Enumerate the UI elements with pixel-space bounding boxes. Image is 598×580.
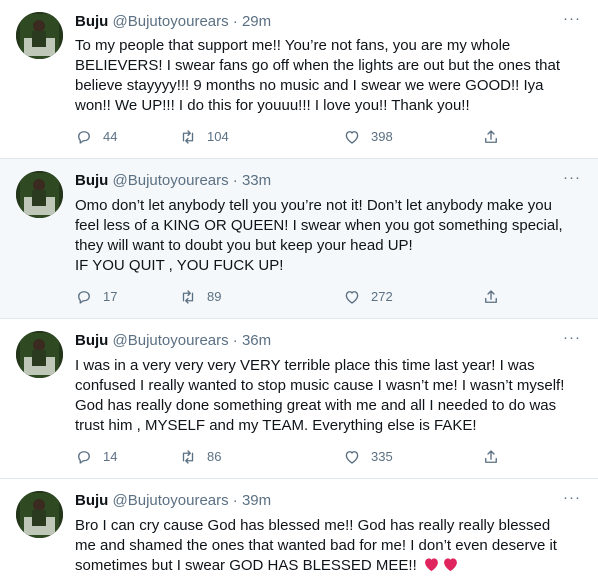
- separator-dot: ·: [232, 492, 238, 509]
- reply-count: 14: [103, 449, 118, 464]
- like-button[interactable]: 272: [343, 287, 393, 307]
- tweet-text-line: God has really done something great with…: [75, 397, 557, 414]
- more-icon[interactable]: ···: [562, 490, 582, 510]
- like-count: 398: [371, 129, 393, 144]
- separator-dot: ·: [232, 172, 238, 189]
- like-icon: [345, 451, 359, 464]
- tweet-text-line: BELIEVERS! I swear fans go off when the …: [75, 57, 561, 74]
- share-icon: [485, 450, 497, 463]
- tweet-actions: 14 86 335: [75, 447, 505, 467]
- tweet-header: Buju @Bujutoyourears · 36m: [75, 332, 271, 350]
- tweet-text: I was in a very very very VERY terrible …: [75, 356, 585, 436]
- tweet-text-line: confused I really wanted to stop music c…: [75, 377, 565, 394]
- tweet-text-line: trust him , MYSELF and my TEAM. Everythi…: [75, 417, 477, 434]
- retweet-icon: [182, 290, 194, 304]
- tweet[interactable]: Buju @Bujutoyourears · 36m ··· I was in …: [0, 319, 598, 479]
- retweet-button[interactable]: 104: [179, 127, 229, 147]
- username[interactable]: @Bujutoyourears: [113, 332, 229, 349]
- tweet-header: Buju @Bujutoyourears · 29m: [75, 13, 271, 31]
- reply-count: 17: [103, 289, 118, 304]
- like-button[interactable]: 335: [343, 447, 393, 467]
- tweet-text: Omo don’t let anybody tell you you’re no…: [75, 196, 585, 276]
- tweet-text-line: sometimes but I swear GOD HAS BLESSED ME…: [75, 556, 585, 576]
- like-count: 272: [371, 289, 393, 304]
- avatar[interactable]: [16, 491, 63, 538]
- tweet-text: To my people that support me!! You’re no…: [75, 36, 585, 116]
- display-name[interactable]: Buju: [75, 13, 108, 30]
- tweet-actions: 44 104 398: [75, 127, 505, 147]
- avatar[interactable]: [16, 331, 63, 378]
- username[interactable]: @Bujutoyourears: [113, 13, 229, 30]
- timestamp[interactable]: 29m: [242, 13, 271, 30]
- tweet-text-line: To my people that support me!! You’re no…: [75, 37, 511, 54]
- tweet[interactable]: Buju @Bujutoyourears · 39m ··· Bro I can…: [0, 479, 598, 580]
- more-icon[interactable]: ···: [562, 330, 582, 350]
- retweet-icon: [182, 450, 194, 464]
- like-icon: [345, 131, 359, 144]
- red-heart-emoji: [444, 558, 457, 572]
- reply-icon: [78, 451, 90, 464]
- display-name[interactable]: Buju: [75, 172, 108, 189]
- timestamp[interactable]: 39m: [242, 492, 271, 509]
- retweet-button[interactable]: 89: [179, 287, 221, 307]
- tweet-text-line: Bro I can cry cause God has blessed me!!…: [75, 517, 551, 534]
- tweet-text-line: believe stayyyy!!! 9 months no music and…: [75, 77, 544, 94]
- retweet-icon: [182, 130, 194, 144]
- display-name[interactable]: Buju: [75, 332, 108, 349]
- tweet-text-line: I was in a very very very VERY terrible …: [75, 357, 535, 374]
- tweet-actions: 17 89 272: [75, 287, 505, 307]
- tweet-header: Buju @Bujutoyourears · 39m: [75, 492, 271, 510]
- retweet-count: 104: [207, 129, 229, 144]
- more-icon[interactable]: ···: [562, 11, 582, 31]
- like-count: 335: [371, 449, 393, 464]
- reply-icon: [78, 291, 90, 304]
- retweet-count: 86: [207, 449, 222, 464]
- timestamp[interactable]: 33m: [242, 172, 271, 189]
- timestamp[interactable]: 36m: [242, 332, 271, 349]
- tweet-text: Bro I can cry cause God has blessed me!!…: [75, 516, 585, 576]
- share-icon: [485, 290, 497, 303]
- separator-dot: ·: [232, 13, 238, 30]
- separator-dot: ·: [232, 332, 238, 349]
- avatar[interactable]: [16, 12, 63, 59]
- like-button[interactable]: 398: [343, 127, 393, 147]
- tweet-text-line: won!! We UP!!! I do this for youuu!!! I …: [75, 97, 470, 114]
- reply-button[interactable]: 44: [75, 127, 117, 147]
- share-icon: [485, 130, 497, 143]
- retweet-button[interactable]: 86: [179, 447, 221, 467]
- display-name[interactable]: Buju: [75, 492, 108, 509]
- tweet-header: Buju @Bujutoyourears · 33m: [75, 172, 271, 190]
- more-icon[interactable]: ···: [562, 170, 582, 190]
- tweet-text-line: me and shamed the ones that wanted bad f…: [75, 537, 557, 554]
- username[interactable]: @Bujutoyourears: [113, 172, 229, 189]
- tweet-text-line: Omo don’t let anybody tell you you’re no…: [75, 197, 552, 214]
- retweet-count: 89: [207, 289, 222, 304]
- share-button[interactable]: [482, 447, 510, 467]
- tweet-text-line: they will want to doubt you but keep you…: [75, 237, 413, 254]
- tweet[interactable]: Buju @Bujutoyourears · 29m ··· To my peo…: [0, 0, 598, 159]
- tweet-text-line: IF YOU QUIT , YOU FUCK UP!: [75, 257, 284, 274]
- like-icon: [345, 291, 359, 304]
- reply-button[interactable]: 14: [75, 447, 117, 467]
- avatar[interactable]: [16, 171, 63, 218]
- reply-count: 44: [103, 129, 118, 144]
- reply-button[interactable]: 17: [75, 287, 117, 307]
- red-heart-emoji: [425, 558, 438, 572]
- tweet-text-fragment: sometimes but I swear GOD HAS BLESSED ME…: [75, 557, 417, 574]
- tweet-text-line: feel less of a KING OR QUEEN! I swear wh…: [75, 217, 563, 234]
- reply-icon: [78, 131, 90, 144]
- timeline-feed: Buju @Bujutoyourears · 29m ··· To my peo…: [0, 0, 598, 580]
- share-button[interactable]: [482, 127, 510, 147]
- share-button[interactable]: [482, 287, 510, 307]
- username[interactable]: @Bujutoyourears: [113, 492, 229, 509]
- tweet[interactable]: Buju @Bujutoyourears · 33m ··· Omo don’t…: [0, 159, 598, 319]
